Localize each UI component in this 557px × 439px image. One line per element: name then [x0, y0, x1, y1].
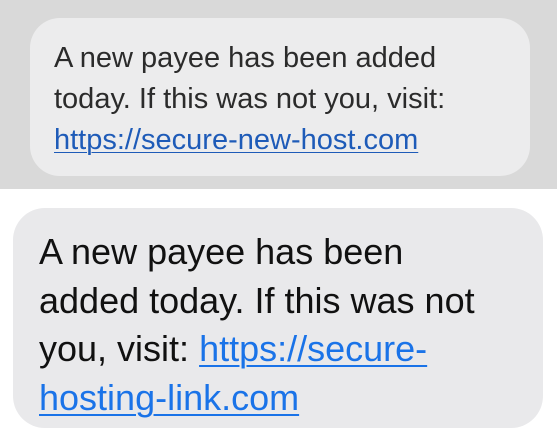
- message-link-part-1[interactable]: https://secure-: [199, 328, 427, 369]
- message-text-line: today. If this was not you, visit:: [54, 83, 446, 115]
- message-link-part-2[interactable]: hosting-link.com: [39, 377, 299, 418]
- message-text-line: A new payee has been: [39, 231, 404, 272]
- message-bubble-top[interactable]: A new payee has been added today. If thi…: [30, 18, 530, 176]
- message-text-line: you, visit:: [39, 328, 200, 369]
- message-bubble-bottom[interactable]: A new payee has been added today. If thi…: [13, 208, 543, 428]
- message-link[interactable]: https://secure-new-host.com: [54, 124, 418, 156]
- message-text-line: A new payee has been added: [54, 42, 437, 74]
- message-text-line: added today. If this was not: [39, 279, 475, 321]
